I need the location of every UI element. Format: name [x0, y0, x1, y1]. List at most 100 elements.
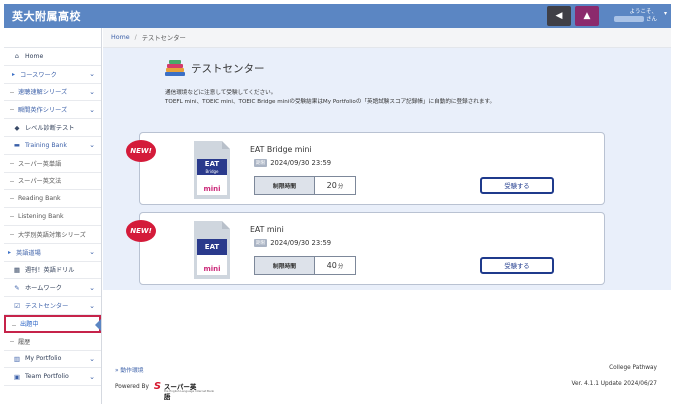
powered-by-label: Powered By — [115, 384, 149, 390]
active-indicator-icon — [95, 318, 101, 331]
deadline-value: 2024/09/30 23:59 — [270, 159, 332, 167]
test-deadline: 期限 2024/09/30 23:59 — [254, 159, 331, 167]
notification-button[interactable]: ▲ — [575, 6, 599, 26]
sidebar-item-training-bank[interactable]: ▬ Training Bank ⌄ — [4, 137, 101, 155]
sidebar-item-label: 履歴 — [18, 338, 31, 346]
pencil-icon: ✎ — [14, 283, 20, 292]
sidebar-item-label: 速聴速解シリーズ — [18, 89, 68, 97]
user-name-redacted — [613, 15, 644, 22]
sidebar-item-label: Reading Bank — [18, 195, 61, 203]
checkbox-icon: ☑ — [14, 301, 20, 310]
sidebar-item-reading-bank[interactable]: Reading Bank — [4, 190, 101, 209]
chevron-down-icon: ⌄ — [89, 301, 95, 310]
books-icon — [165, 60, 187, 76]
sidebar-item-sokuchou[interactable]: 速聴速解シリーズ ⌄ — [4, 84, 101, 102]
time-limit-value: 40 — [326, 261, 337, 270]
time-limit-box: 制限時間 40 分 — [254, 256, 356, 275]
sidebar-item-label: Training Bank — [25, 141, 67, 149]
time-limit-label: 制限時間 — [255, 177, 315, 194]
sidebar-item-label: テストセンター — [25, 303, 69, 311]
time-limit-box: 制限時間 20 分 — [254, 176, 356, 195]
cover-title: EAT — [204, 160, 220, 168]
cover-subtitle: Bridge — [205, 169, 219, 174]
notice-button[interactable]: ◀ — [547, 6, 571, 26]
chevron-down-icon: ▾ — [663, 10, 667, 17]
test-card: NEW! EAT mini EAT mini 期限 2024/09/30 23:… — [126, 212, 605, 285]
user-greeting: ようこそ、 — [629, 8, 657, 15]
sidebar-item-label: スーパー英文法 — [18, 178, 62, 186]
app-title[interactable]: 英大附属高校 — [4, 8, 547, 24]
sidebar-item-shutsudai-chu[interactable]: 出題中 — [4, 314, 101, 333]
system-requirements-link[interactable]: » 動作環境 — [115, 365, 144, 374]
sidebar-item-my-portfolio[interactable]: ▥ My Portfolio ⌄ — [4, 351, 101, 369]
test-name: EAT Bridge mini — [250, 145, 312, 154]
description-line-1: 通信環境などに注意して受験してください。 — [165, 90, 277, 96]
sidebar-item-eigo-dojo[interactable]: ▸ 英語道場 ⌄ — [4, 244, 101, 262]
sidebar-item-label: 大学別英語対策シリーズ — [18, 231, 86, 239]
sidebar-top — [4, 28, 101, 48]
book-icon: ▬ — [13, 141, 21, 150]
test-center-panel: テストセンター 通信環境などに注意して受験してください。 TOEFL mini、… — [103, 48, 671, 290]
sidebar-item-label: レベル診断テスト — [25, 125, 75, 133]
sidebar-item-homework[interactable]: ✎ ホームワーク ⌄ — [4, 279, 101, 298]
sidebar-item-shunkan[interactable]: 瞬間英作シリーズ ⌄ — [4, 101, 101, 120]
breadcrumb-home[interactable]: Home — [111, 34, 130, 41]
sidebar-item-home[interactable]: ⌂ Home — [4, 48, 101, 66]
test-card: NEW! EAT Bridge mini EAT Bridge mini 期限 2… — [126, 132, 605, 205]
sidebar-item-team-portfolio[interactable]: ▣ Team Portfolio ⌄ — [4, 368, 101, 387]
cover-title: EAT — [204, 243, 220, 251]
sidebar-item-listening-bank[interactable]: Listening Bank — [4, 208, 101, 226]
cover-mini: mini — [197, 255, 227, 275]
deadline-tag: 期限 — [254, 239, 268, 247]
sidebar-item-label: Team Portfolio — [25, 373, 69, 381]
bell-icon: ▲ — [583, 11, 591, 21]
home-icon: ⌂ — [14, 52, 20, 61]
user-menu[interactable]: ようこそ、 さん ▾ — [603, 6, 669, 26]
sidebar-item-super-tango[interactable]: スーパー英単語 — [4, 155, 101, 173]
sidebar-item-level-test[interactable]: ◆ レベル診断テスト — [4, 119, 101, 137]
chevron-down-icon: ⌄ — [89, 87, 95, 96]
chevron-down-icon: ⌄ — [89, 70, 95, 79]
caret-right-icon: ▸ — [12, 70, 16, 78]
sidebar-item-label: ホームワーク — [25, 285, 62, 293]
main-content: Home / テストセンター テストセンター 通信環境などに注意して受験してくだ… — [103, 28, 671, 404]
chevron-down-icon: ⌄ — [89, 354, 95, 363]
megaphone-icon: ◀ — [555, 11, 563, 21]
sidebar-item-label: 週刊！英語ドリル — [25, 267, 75, 275]
take-test-button[interactable]: 受験する — [480, 177, 554, 194]
chevron-down-icon: ⌄ — [89, 248, 95, 257]
footer: » 動作環境 Powered By S スーパー英語 the English L… — [103, 290, 671, 404]
time-limit-unit: 分 — [337, 263, 344, 270]
take-test-button[interactable]: 受験する — [480, 257, 554, 274]
product-name: College Pathway — [609, 365, 657, 371]
sidebar-item-super-bunpou[interactable]: スーパー英文法 — [4, 173, 101, 191]
sidebar-item-label: Home — [25, 52, 44, 60]
deadline-value: 2024/09/30 23:59 — [270, 239, 332, 247]
caret-right-icon: ▸ — [8, 248, 12, 256]
sidebar-item-weekly-drill[interactable]: ▦ 週刊！英語ドリル — [4, 262, 101, 280]
breadcrumb: Home / テストセンター — [103, 28, 671, 48]
cover-mini: mini — [197, 175, 227, 195]
sidebar-item-rireki[interactable]: 履歴 — [4, 333, 101, 351]
page-header: テストセンター — [165, 60, 265, 76]
team-icon: ▣ — [13, 372, 21, 381]
time-limit-value: 20 — [326, 181, 337, 190]
sidebar-item-test-center[interactable]: ☑ テストセンター ⌄ — [4, 297, 101, 315]
test-deadline: 期限 2024/09/30 23:59 — [254, 239, 331, 247]
graduation-icon: ◆ — [14, 123, 20, 132]
chevron-down-icon: ⌄ — [89, 105, 95, 114]
sidebar-item-coursework[interactable]: ▸ コースワーク ⌄ — [4, 66, 101, 84]
top-header: 英大附属高校 ◀ ▲ ようこそ、 さん ▾ — [4, 4, 671, 28]
page-description: 通信環境などに注意して受験してください。 TOEFL mini、TOEIC mi… — [165, 89, 495, 106]
calendar-icon: ▦ — [13, 265, 21, 274]
super-eigo-logo: S スーパー英語 the English Language Internet B… — [153, 381, 215, 401]
new-badge: NEW! — [126, 220, 156, 242]
chevron-down-icon: ⌄ — [89, 372, 95, 381]
breadcrumb-current: テストセンター — [141, 35, 186, 42]
sidebar-item-university[interactable]: 大学別英語対策シリーズ — [4, 226, 101, 244]
test-name: EAT mini — [250, 225, 284, 234]
chevron-down-icon: ⌄ — [89, 283, 95, 292]
version-info: Ver. 4.1.1 Update 2024/06/27 — [571, 381, 657, 387]
sidebar-item-label: スーパー英単語 — [18, 160, 62, 168]
new-badge: NEW! — [126, 140, 156, 162]
